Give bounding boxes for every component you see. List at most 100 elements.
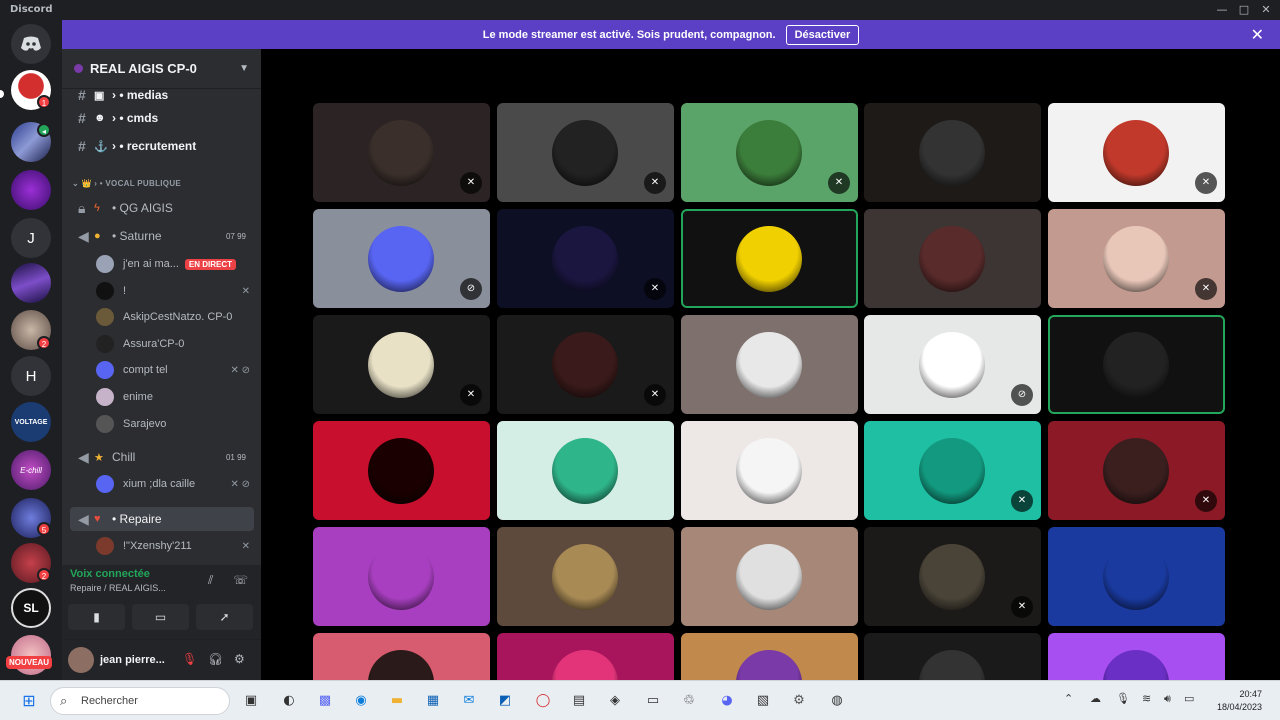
participant-tile[interactable]: ✕ [313,315,490,414]
voice-user[interactable]: xium ;dla caille ✕ ⊘ [96,473,256,495]
guild-header[interactable]: REAL AIGIS CP-0 ▼ [62,49,261,89]
teams-icon[interactable]: ▩ [314,690,336,712]
participant-tile[interactable] [1048,527,1225,626]
cloud-icon[interactable]: ☁ [1090,692,1101,705]
participant-tile[interactable] [497,633,674,680]
participant-tile[interactable]: ✕ [497,103,674,202]
participant-tile[interactable] [313,527,490,626]
app-icon[interactable]: ▧ [752,690,774,712]
close-icon[interactable]: ✕ [1251,25,1264,45]
channel-qg-aigis[interactable]: 🔒︎ ϟ • QG AIGIS [70,196,254,220]
task-view-icon[interactable]: ▣ [240,690,262,712]
battery-icon[interactable]: ▭ [1184,692,1194,705]
participant-tile[interactable]: ✕ [681,103,858,202]
server-icon-triangle[interactable] [11,263,51,303]
participant-tile[interactable] [681,421,858,520]
mail-icon[interactable]: ✉ [458,690,480,712]
avatar [368,438,434,504]
disable-streamer-button[interactable]: Désactiver [785,24,860,45]
category-vocal-publique[interactable]: ⌄ 👑 › • VOCAL PUBLIQUE [72,179,181,188]
app-icon[interactable]: ▤ [568,690,590,712]
screen-share-button[interactable]: ▭ [132,604,189,630]
volume-icon[interactable]: 🔊︎ [1164,692,1171,706]
chevron-up-icon[interactable]: ⌃ [1064,692,1073,705]
server-icon-voltage[interactable]: VOLTAGE [11,402,51,442]
server-icon-h[interactable]: H [11,356,51,396]
settings-icon[interactable]: ⚙ [788,690,810,712]
discord-taskbar-icon[interactable]: ◕ [716,690,738,712]
voice-user[interactable]: !"Xzenshy'211 ✕ [96,535,256,557]
headphones-icon[interactable]: 🎧︎ [208,652,223,666]
voice-user[interactable]: Assura'CP-0 [96,333,256,355]
participant-tile[interactable] [1048,315,1225,414]
participant-tile[interactable] [864,633,1041,680]
participant-tile[interactable] [313,421,490,520]
server-icon-j[interactable]: J [11,218,51,258]
server-icon-new[interactable] [11,635,51,675]
windows-start-icon[interactable]: ⊞ [18,690,40,712]
microphone-icon[interactable]: 🎙︎ [1116,692,1130,705]
participant-tile[interactable] [1048,633,1225,680]
app-icon[interactable]: ◍ [826,690,848,712]
voice-user[interactable]: j'en ai ma... EN DIRECT [96,253,256,275]
store-icon[interactable]: ▦ [422,690,444,712]
server-icon-echill[interactable]: E-chill [11,450,51,490]
participant-tile[interactable] [681,633,858,680]
discord-home-icon[interactable] [11,24,51,64]
noise-suppression-icon[interactable]: ⫽ [208,573,213,588]
participant-tile[interactable]: ⊘ [864,315,1041,414]
camera-button[interactable]: ▮ [68,604,125,630]
server-icon-purple[interactable] [11,170,51,210]
channel-chill[interactable]: ◀︎ ★ Chill 01 99 [70,445,254,469]
recycle-icon[interactable]: ♲ [678,690,700,712]
avatar [552,650,618,680]
participant-tile[interactable] [497,527,674,626]
widgets-icon[interactable]: ◐ [278,690,300,712]
participant-tile[interactable] [681,527,858,626]
settings-icon[interactable]: ⚙ [234,652,245,666]
disconnect-icon[interactable]: ☏ [233,573,248,587]
participant-tile[interactable]: ⊘ [313,209,490,308]
channel-cmds[interactable]: # ☻ › • cmds [70,106,254,130]
chevron-down-icon[interactable]: ▼ [239,63,249,74]
file-explorer-icon[interactable]: ▬ [386,690,408,712]
edge-icon[interactable]: ◉ [350,690,372,712]
voice-user[interactable]: Sarajevo [96,413,256,435]
app-icon[interactable]: ◩ [494,690,516,712]
participant-tile[interactable] [864,103,1041,202]
channel-saturne[interactable]: ◀︎ ● • Saturne 07 99 [70,224,254,248]
participant-tile[interactable]: ✕ [1048,103,1225,202]
participant-tile[interactable] [864,209,1041,308]
voice-user[interactable]: AskipCestNatzo. CP-0 [96,306,256,328]
activity-button[interactable]: ➚ [196,604,253,630]
system-clock[interactable]: 20:47 18/04/2023 [1217,688,1262,714]
opera-icon[interactable]: ◯ [532,690,554,712]
wifi-icon[interactable]: ≋ [1142,692,1151,705]
close-window-icon[interactable]: ✕ [1256,2,1276,18]
taskbar-search[interactable]: ⌕ Rechercher [50,687,230,715]
participant-tile[interactable]: ✕ [864,421,1041,520]
participant-tile[interactable] [497,421,674,520]
participant-tile[interactable] [681,209,858,308]
voice-user[interactable]: compt tel ✕ ⊘ [96,359,256,381]
app-icon[interactable]: ▭ [642,690,664,712]
channel-repaire[interactable]: ◀︎ ♥ • Repaire [70,507,254,531]
server-icon-sl[interactable]: SL [11,588,51,628]
participant-tile[interactable] [681,315,858,414]
participant-tile[interactable]: ✕ [1048,421,1225,520]
channel-medias[interactable]: # ▣ › • medias [70,87,254,103]
participant-tile[interactable]: ✕ [497,209,674,308]
stack-icon[interactable]: ◈ [604,690,626,712]
participant-tile[interactable]: ✕ [864,527,1041,626]
participant-tile[interactable] [313,633,490,680]
minimize-icon[interactable]: — [1212,2,1232,18]
mic-muted-icon[interactable]: 🎙︎ [182,652,197,666]
participant-tile[interactable]: ✕ [1048,209,1225,308]
voice-user[interactable]: ! ✕ [96,280,256,302]
avatar[interactable] [68,647,94,673]
participant-tile[interactable]: ✕ [313,103,490,202]
participant-tile[interactable]: ✕ [497,315,674,414]
voice-user[interactable]: enime [96,386,256,408]
channel-recrutement[interactable]: # ⚓ › • recrutement [70,134,254,158]
maximize-icon[interactable]: □ [1234,2,1254,18]
